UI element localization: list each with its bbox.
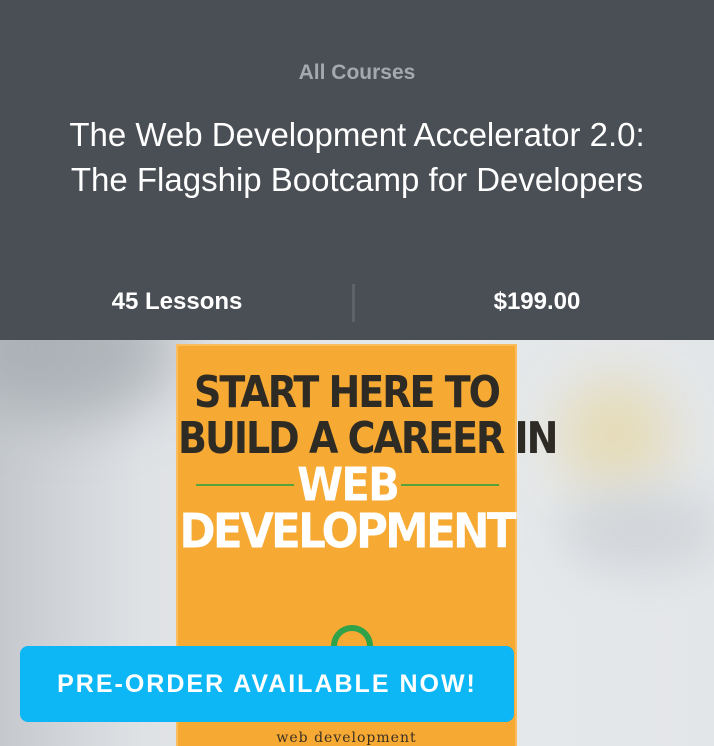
course-stats: 45 Lessons $199.00 [0, 282, 714, 322]
lesson-count: 45 Lessons [111, 288, 243, 315]
course-page: All Courses The Web Development Accelera… [0, 0, 714, 746]
pre-order-button[interactable]: PRE-ORDER AVAILABLE NOW! [20, 646, 514, 722]
background-blur [560, 380, 670, 490]
background-blur [0, 340, 180, 420]
book-title-web-row: WEB [196, 458, 499, 511]
breadcrumb-all-courses[interactable]: All Courses [0, 61, 714, 85]
course-price: $199.00 [493, 288, 581, 315]
course-header: All Courses The Web Development Accelera… [0, 0, 714, 340]
book-title-line-2: BUILD A CAREER IN [178, 412, 559, 464]
background-blur [560, 490, 714, 570]
title-line-2: The Flagship Bootcamp for Developers [70, 161, 644, 198]
page-title: The Web Development Accelerator 2.0: The… [20, 112, 694, 202]
book-title-development: DEVELOPMENT [179, 503, 517, 560]
book-footer-text: web development [276, 730, 417, 746]
book-title-line-1: START HERE TO [194, 366, 501, 418]
stats-divider [352, 284, 355, 322]
title-line-1: The Web Development Accelerator 2.0: [69, 116, 645, 153]
decorative-rule [401, 484, 499, 486]
